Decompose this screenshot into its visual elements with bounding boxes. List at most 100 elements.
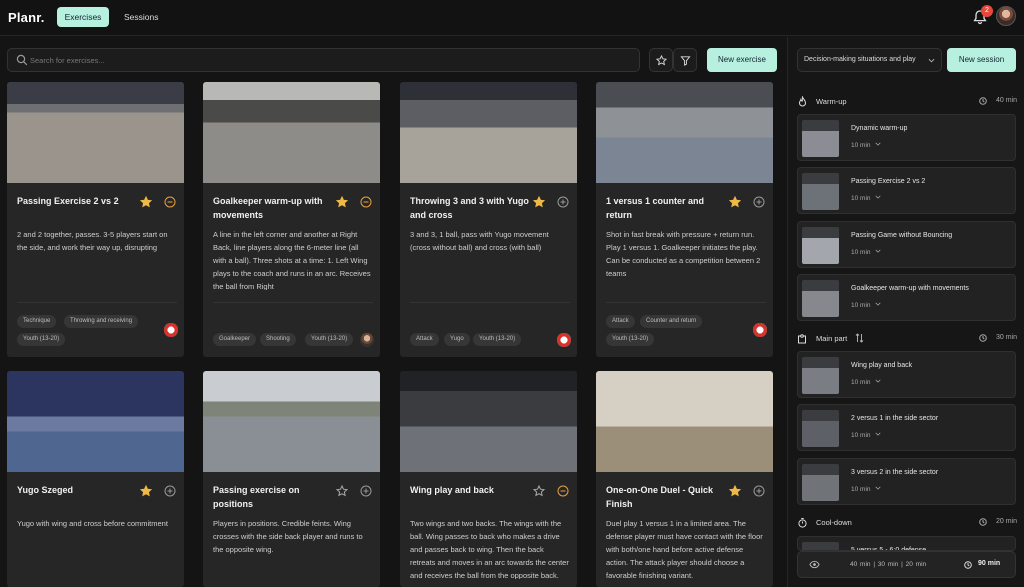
chevron-down-icon — [875, 432, 881, 439]
session-exercise-duration[interactable]: 10 min — [851, 248, 881, 256]
session-exercise-duration[interactable]: 10 min — [851, 141, 881, 149]
favorite-star-icon[interactable] — [728, 484, 742, 497]
exercise-thumbnail[interactable] — [7, 82, 184, 183]
exercise-card[interactable]: One-on-One Duel - Quick Finish Duel play … — [596, 371, 773, 587]
session-exercise-item[interactable]: 5 versus 5 - 6:0 defense10 min — [797, 536, 1016, 551]
session-section-header[interactable]: Cool-down 20 min — [797, 516, 1017, 530]
exercise-thumbnail[interactable] — [596, 371, 773, 472]
exercise-tag[interactable]: Youth (13-20) — [606, 333, 655, 346]
favorite-star-icon[interactable] — [139, 484, 153, 497]
add-to-session-icon[interactable] — [753, 195, 765, 208]
session-exercise-item[interactable]: Wing play and back 10 min — [797, 351, 1016, 398]
exercise-title[interactable]: Goalkeeper warm-up with movements — [213, 194, 338, 222]
remove-from-session-icon[interactable] — [557, 484, 569, 497]
session-exercise-duration[interactable]: 10 min — [851, 301, 881, 309]
session-exercise-item[interactable]: 2 versus 1 in the side sector 10 min — [797, 404, 1016, 451]
session-exercise-item[interactable]: Dynamic warm-up 10 min — [797, 114, 1016, 161]
star-outline-icon — [655, 54, 667, 65]
session-exercise-item[interactable]: 3 versus 2 in the side sector 10 min — [797, 458, 1016, 505]
exercise-title[interactable]: 1 versus 1 counter and return — [606, 194, 731, 222]
exercise-description: 2 and 2 together, passes. 3-5 players st… — [17, 230, 168, 252]
session-exercise-item[interactable]: Passing Game without Bouncing 10 min — [797, 221, 1016, 268]
add-to-session-icon[interactable] — [164, 484, 176, 497]
search-field[interactable] — [7, 48, 640, 72]
exercise-title[interactable]: Yugo Szeged — [17, 483, 142, 497]
exercise-tag[interactable]: Youth (13-20) — [305, 333, 354, 346]
section-name: Warm-up — [816, 97, 847, 106]
exercise-title[interactable]: Wing play and back — [410, 483, 535, 497]
exercise-tag[interactable]: Yugo — [444, 333, 470, 346]
exercise-thumbnail[interactable] — [203, 371, 380, 472]
club-logo — [753, 323, 767, 337]
favorite-star-icon[interactable] — [532, 195, 546, 208]
session-exercise-duration[interactable]: 10 min — [851, 194, 881, 202]
favorite-star-icon[interactable] — [532, 484, 546, 497]
exercise-tag[interactable]: Goalkeeper — [213, 333, 257, 346]
nav-tab-exercises[interactable]: Exercises — [57, 7, 109, 27]
exercise-thumbnail[interactable] — [400, 371, 577, 472]
favorite-star-icon[interactable] — [139, 195, 153, 208]
favorite-star-icon[interactable] — [728, 195, 742, 208]
exercise-card[interactable]: Passing Exercise 2 vs 2 2 and 2 together,… — [7, 82, 184, 357]
session-section-header[interactable]: Main part 30 min — [797, 332, 1017, 346]
exercise-tag[interactable]: Attack — [410, 333, 439, 346]
session-exercise-item[interactable]: Passing Exercise 2 vs 2 10 min — [797, 167, 1016, 214]
exercise-tag[interactable]: Throwing and receiving — [64, 315, 139, 328]
exercise-title[interactable]: Passing Exercise 2 vs 2 — [17, 194, 142, 208]
exercise-description: Players in positions. Credible feints. W… — [213, 519, 363, 554]
session-exercise-duration[interactable]: 10 min — [851, 431, 881, 439]
favorite-star-icon[interactable] — [335, 195, 349, 208]
exercise-card[interactable]: 1 versus 1 counter and return Shot in fas… — [596, 82, 773, 357]
exercise-thumbnail[interactable] — [400, 82, 577, 183]
exercise-tag[interactable]: Youth (13-20) — [17, 333, 66, 346]
exercise-tag[interactable]: Youth (13-20) — [473, 333, 522, 346]
user-avatar[interactable] — [996, 6, 1016, 26]
exercise-tag[interactable]: Attack — [606, 315, 635, 328]
chevron-down-icon — [875, 195, 881, 202]
exercise-tag[interactable]: Technique — [17, 315, 57, 328]
nav-tab-sessions[interactable]: Sessions — [118, 7, 165, 27]
search-input[interactable] — [30, 52, 620, 69]
new-exercise-button[interactable]: New exercise — [707, 48, 777, 72]
app-logo[interactable]: Planr. — [8, 10, 45, 25]
session-type-select[interactable]: Decision-making situations and play — [797, 48, 942, 72]
add-to-session-icon[interactable] — [557, 195, 569, 208]
add-to-session-icon[interactable] — [753, 484, 765, 497]
remove-from-session-icon[interactable] — [164, 195, 176, 208]
exercise-card[interactable]: Goalkeeper warm-up with movements A line … — [203, 82, 380, 357]
session-section-header[interactable]: Warm-up 40 min — [797, 95, 1017, 109]
exercise-card[interactable]: Throwing 3 and 3 with Yugo and cross 3 an… — [400, 82, 577, 357]
chevron-down-icon — [875, 249, 881, 256]
exercise-title[interactable]: One-on-One Duel - Quick Finish — [606, 483, 731, 511]
session-exercise-duration[interactable]: 10 min — [851, 378, 881, 386]
session-type-value: Decision-making situations and play — [804, 56, 916, 63]
reorder-icon[interactable] — [855, 333, 864, 343]
exercise-tag[interactable]: Counter and return — [640, 315, 703, 328]
card-divider — [213, 302, 373, 303]
eye-icon[interactable] — [809, 560, 820, 569]
search-icon — [16, 54, 28, 66]
exercise-title[interactable]: Throwing 3 and 3 with Yugo and cross — [410, 194, 535, 222]
exercise-card[interactable]: Passing exercise on positions Players in … — [203, 371, 380, 587]
session-exercise-thumbnail — [802, 410, 839, 447]
filter-button[interactable] — [673, 48, 697, 72]
session-exercise-duration[interactable]: 10 min — [851, 485, 881, 493]
session-exercise-name: 2 versus 1 in the side sector — [851, 415, 939, 422]
exercise-thumbnail[interactable] — [7, 371, 184, 472]
session-exercise-thumbnail — [802, 357, 839, 394]
exercise-tag[interactable]: Shooting — [260, 333, 296, 346]
remove-from-session-icon[interactable] — [360, 195, 372, 208]
exercise-thumbnail[interactable] — [203, 82, 380, 183]
favorite-star-icon[interactable] — [335, 484, 349, 497]
add-to-session-icon[interactable] — [360, 484, 372, 497]
exercise-card[interactable]: Wing play and back Two wings and two back… — [400, 371, 577, 587]
new-session-button[interactable]: New session — [947, 48, 1016, 72]
session-exercise-item[interactable]: Goalkeeper warm-up with movements 10 min — [797, 274, 1016, 321]
exercise-card[interactable]: Yugo Szeged Yugo with wing and cross befo… — [7, 371, 184, 587]
session-exercise-name: Passing Exercise 2 vs 2 — [851, 178, 926, 185]
exercise-thumbnail[interactable] — [596, 82, 773, 183]
exercise-description: Yugo with wing and cross before commitme… — [17, 519, 168, 528]
exercise-title[interactable]: Passing exercise on positions — [213, 483, 338, 511]
puzzle-icon — [797, 333, 808, 344]
favorites-filter-button[interactable] — [649, 48, 673, 72]
